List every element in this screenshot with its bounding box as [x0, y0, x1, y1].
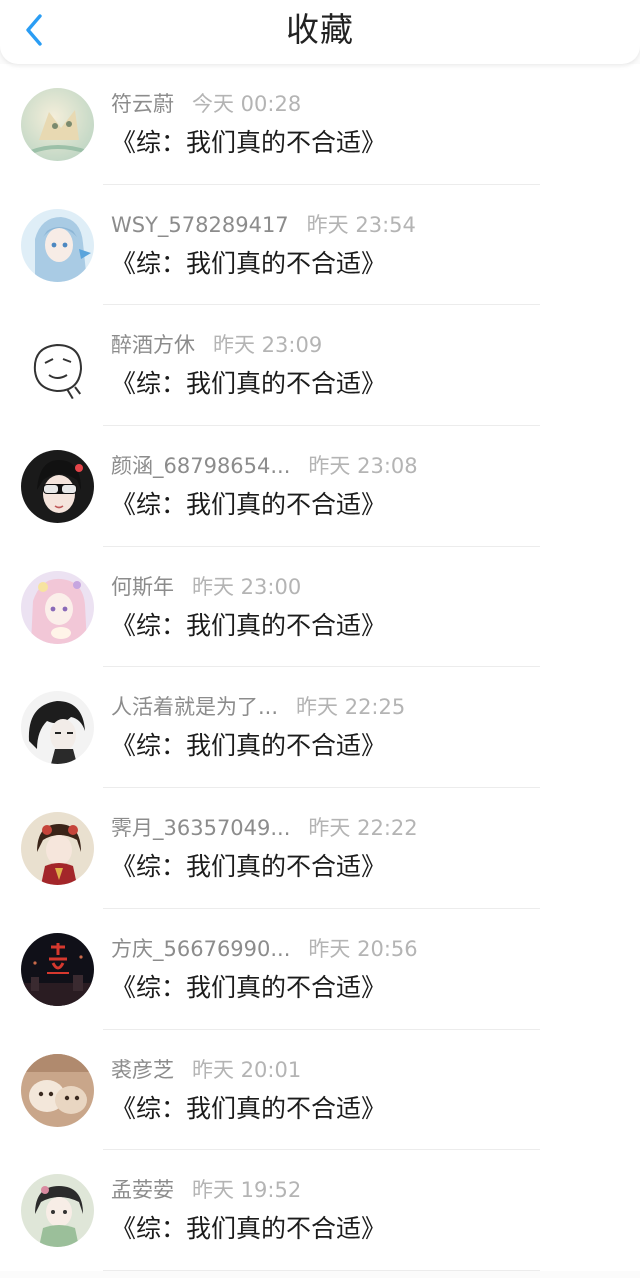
item-meta: 颜涵_68798654... 昨天 23:08	[111, 452, 418, 480]
book-title[interactable]: 《综：我们真的不合适》	[111, 1092, 386, 1126]
timestamp: 昨天 23:00	[192, 574, 302, 599]
book-title[interactable]: 《综：我们真的不合适》	[111, 367, 386, 401]
user-name[interactable]: 裘彦芝	[111, 1056, 174, 1084]
book-title[interactable]: 《综：我们真的不合适》	[111, 1212, 386, 1246]
page-title: 收藏	[286, 10, 354, 49]
avatar[interactable]	[21, 329, 94, 403]
divider	[103, 1269, 540, 1271]
book-title[interactable]: 《综：我们真的不合适》	[111, 850, 386, 884]
timestamp: 昨天 22:25	[296, 695, 406, 720]
item-meta: 何斯年 昨天 23:00	[111, 573, 301, 601]
user-name[interactable]: 颜涵_68798654...	[111, 452, 290, 480]
book-title[interactable]: 《综：我们真的不合适》	[111, 126, 386, 160]
timestamp: 昨天 23:08	[308, 454, 418, 479]
item-meta: 霁月_36357049... 昨天 22:22	[111, 814, 418, 842]
list-item[interactable]: 颜涵_68798654... 昨天 23:08 《综：我们真的不合适》	[0, 426, 640, 547]
favorites-page: 收藏 符云蔚 今天 00:28 《综：我们真的不合适》 WSY_57828941…	[0, 0, 640, 1278]
list-item[interactable]: 霁月_36357049... 昨天 22:22 《综：我们真的不合适》	[0, 788, 640, 909]
list-item[interactable]: 醉酒方休 昨天 23:09 《综：我们真的不合适》	[0, 305, 640, 427]
list-item[interactable]: WSY_578289417 昨天 23:54 《综：我们真的不合适》	[0, 184, 640, 306]
item-meta: 方庆_56676990... 昨天 20:56	[111, 935, 418, 963]
list-item[interactable]: 裘彦芝 昨天 20:01 《综：我们真的不合适》	[0, 1029, 640, 1151]
book-title[interactable]: 《综：我们真的不合适》	[111, 247, 386, 281]
top-nav-bar: 收藏	[0, 0, 640, 64]
item-meta: WSY_578289417 昨天 23:54	[111, 211, 416, 239]
item-meta: 人活着就是为了... 昨天 22:25	[111, 693, 405, 721]
avatar[interactable]	[21, 88, 94, 161]
avatar[interactable]	[21, 570, 94, 644]
avatar[interactable]	[21, 1053, 94, 1127]
list-item[interactable]: 何斯年 昨天 23:00 《综：我们真的不合适》	[0, 546, 640, 668]
avatar[interactable]	[21, 932, 94, 1006]
timestamp: 昨天 23:54	[306, 212, 416, 237]
list-item[interactable]: 方庆_56676990... 昨天 20:56 《综：我们真的不合适》	[0, 908, 640, 1030]
user-name[interactable]: 何斯年	[111, 573, 174, 601]
avatar[interactable]	[21, 691, 94, 765]
timestamp: 昨天 20:56	[308, 936, 418, 961]
user-name[interactable]: WSY_578289417	[111, 211, 289, 239]
item-meta: 醉酒方休 昨天 23:09	[111, 331, 322, 359]
avatar[interactable]	[21, 812, 94, 886]
list-item[interactable]: 人活着就是为了... 昨天 22:25 《综：我们真的不合适》	[0, 667, 640, 789]
user-name[interactable]: 霁月_36357049...	[111, 814, 290, 842]
item-meta: 孟荌荌 昨天 19:52	[111, 1176, 301, 1204]
user-name[interactable]: 符云蔚	[111, 90, 174, 118]
book-title[interactable]: 《综：我们真的不合适》	[111, 971, 386, 1005]
book-title[interactable]: 《综：我们真的不合适》	[111, 488, 386, 522]
avatar[interactable]	[21, 1174, 94, 1248]
timestamp: 昨天 20:01	[192, 1057, 302, 1082]
favorites-list: 符云蔚 今天 00:28 《综：我们真的不合适》 WSY_578289417 昨天	[0, 64, 640, 1271]
avatar[interactable]	[21, 208, 94, 282]
item-meta: 裘彦芝 昨天 20:01	[111, 1056, 301, 1084]
item-meta: 符云蔚 今天 00:28	[111, 90, 301, 118]
user-name[interactable]: 醉酒方休	[111, 331, 195, 359]
user-name[interactable]: 人活着就是为了...	[111, 693, 278, 721]
book-title[interactable]: 《综：我们真的不合适》	[111, 609, 386, 643]
list-item[interactable]: 孟荌荌 昨天 19:52 《综：我们真的不合适》	[0, 1150, 640, 1271]
avatar[interactable]	[21, 450, 94, 524]
timestamp: 昨天 23:09	[213, 333, 323, 358]
timestamp: 今天 00:28	[192, 92, 302, 116]
book-title[interactable]: 《综：我们真的不合适》	[111, 729, 386, 763]
user-name[interactable]: 孟荌荌	[111, 1176, 174, 1204]
timestamp: 昨天 19:52	[192, 1178, 302, 1203]
list-item[interactable]: 符云蔚 今天 00:28 《综：我们真的不合适》	[0, 64, 640, 185]
user-name[interactable]: 方庆_56676990...	[111, 935, 290, 963]
timestamp: 昨天 22:22	[308, 816, 418, 841]
